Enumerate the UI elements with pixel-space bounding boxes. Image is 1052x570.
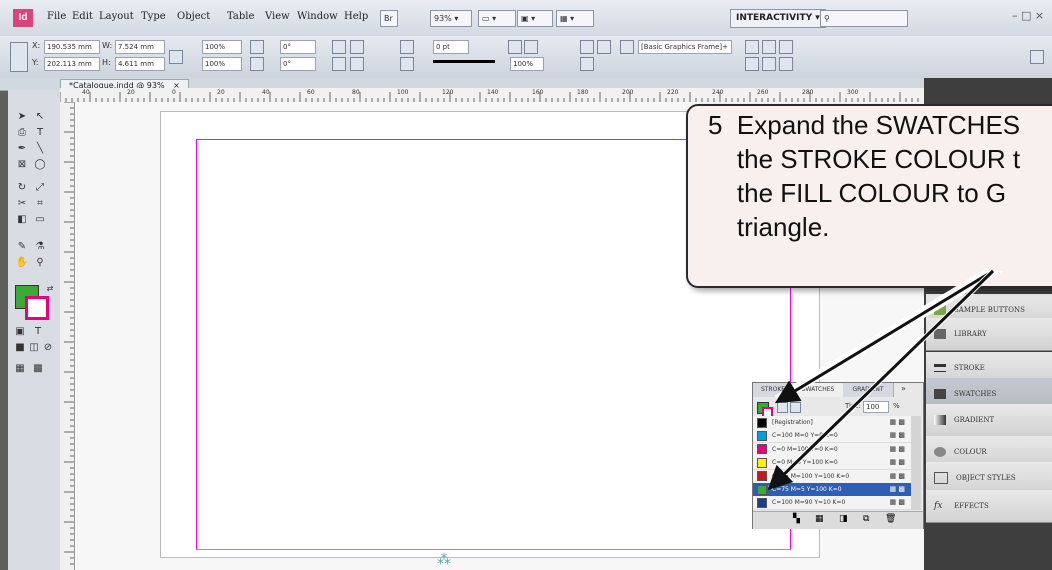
callout-arrows bbox=[767, 268, 1003, 491]
arrow-to-stroke-swatch-line bbox=[774, 269, 994, 404]
